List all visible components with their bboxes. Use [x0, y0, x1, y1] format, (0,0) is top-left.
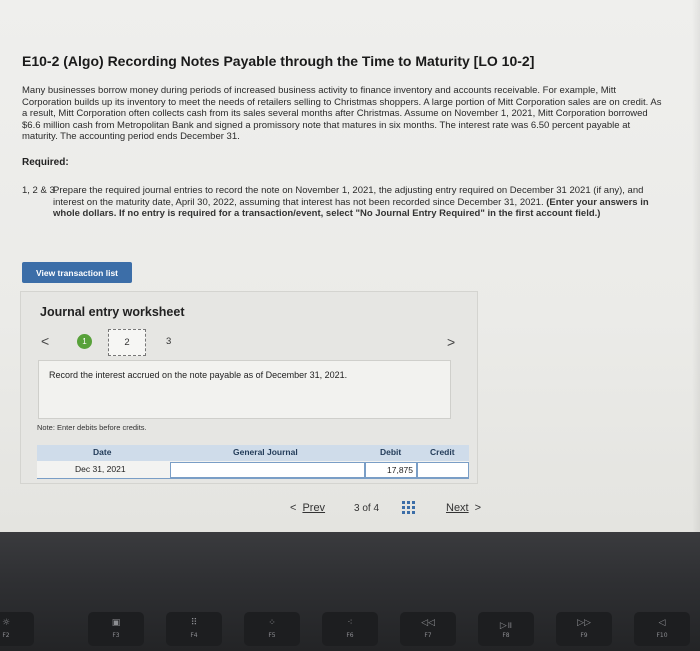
- journal-table-header: Date General Journal Debit Credit: [37, 445, 469, 461]
- column-date: Date: [93, 447, 112, 457]
- account-input[interactable]: [170, 462, 365, 478]
- column-debit: Debit: [380, 447, 402, 457]
- journal-table: Date General Journal Debit Credit Dec 31…: [37, 445, 469, 481]
- problem-paragraph: Many businesses borrow money during peri…: [22, 85, 662, 142]
- chevron-right-icon: >: [474, 502, 482, 514]
- key-label: F3: [112, 632, 120, 639]
- rewind-icon: ◁◁: [421, 618, 435, 628]
- key-label: F4: [190, 632, 198, 639]
- key-f4[interactable]: ⠿ F4: [166, 612, 222, 646]
- next-label: Next: [446, 502, 469, 514]
- chevron-right-icon[interactable]: >: [447, 334, 455, 350]
- problem-title: E10-2 (Algo) Recording Notes Payable thr…: [22, 53, 535, 69]
- instruction-number: 1, 2 & 3.: [22, 185, 58, 196]
- column-general-journal: General Journal: [233, 447, 298, 457]
- key-f10[interactable]: ◁ F10: [634, 612, 690, 646]
- launchpad-icon: ⠿: [190, 618, 198, 628]
- fast-forward-icon: ▷▷: [577, 618, 591, 628]
- key-f8[interactable]: ▷॥ F8: [478, 612, 534, 646]
- entry-description-box: [38, 360, 451, 419]
- debits-note: Note: Enter debits before credits.: [37, 423, 147, 432]
- page-indicator: 3 of 4: [354, 503, 379, 514]
- key-label: F8: [502, 632, 510, 639]
- chevron-left-icon: <: [290, 502, 297, 514]
- brightness-icon: ☼: [1, 618, 11, 628]
- key-f7[interactable]: ◁◁ F7: [400, 612, 456, 646]
- screen-edge: [692, 0, 700, 532]
- key-label: F7: [424, 632, 432, 639]
- keyboard-backlight-up-icon: ⁖: [347, 618, 353, 628]
- key-f2[interactable]: ☼ F2: [0, 612, 34, 646]
- step-1-badge[interactable]: 1: [77, 334, 92, 349]
- key-f9[interactable]: ▷▷ F9: [556, 612, 612, 646]
- mute-icon: ◁: [658, 618, 666, 628]
- column-credit: Credit: [430, 447, 455, 457]
- page-of: of: [362, 503, 371, 514]
- required-label: Required:: [22, 157, 69, 168]
- keyboard-backlight-icon: ⁘: [268, 618, 276, 628]
- row-date: Dec 31, 2021: [75, 464, 126, 474]
- key-f6[interactable]: ⁖ F6: [322, 612, 378, 646]
- view-transaction-list-button[interactable]: View transaction list: [22, 262, 132, 283]
- instruction-block: 1, 2 & 3. Prepare the required journal e…: [22, 185, 662, 220]
- page-current: 3: [354, 503, 360, 514]
- key-label: F2: [2, 632, 10, 639]
- table-row: Dec 31, 2021 17,875: [37, 461, 469, 479]
- next-button[interactable]: Next >: [446, 502, 481, 514]
- prev-button[interactable]: < Prev: [290, 502, 325, 514]
- key-label: F5: [268, 632, 276, 639]
- credit-input[interactable]: [417, 462, 469, 478]
- step-2-tab[interactable]: 2: [108, 329, 146, 356]
- page-total: 4: [373, 503, 380, 514]
- key-label: F9: [580, 632, 588, 639]
- key-label: F6: [346, 632, 354, 639]
- mission-control-icon: ▣: [111, 618, 121, 628]
- debit-value: 17,875: [387, 465, 413, 475]
- prev-label: Prev: [302, 502, 326, 514]
- chevron-left-icon[interactable]: <: [41, 333, 49, 349]
- entry-description: Record the interest accrued on the note …: [49, 370, 348, 380]
- key-f5[interactable]: ⁘ F5: [244, 612, 300, 646]
- grid-icon[interactable]: [402, 501, 415, 514]
- screen: E10-2 (Algo) Recording Notes Payable thr…: [0, 0, 700, 532]
- play-pause-icon: ▷॥: [499, 621, 513, 631]
- key-label: F10: [656, 632, 668, 639]
- key-f3[interactable]: ▣ F3: [88, 612, 144, 646]
- debit-input[interactable]: 17,875: [365, 462, 417, 478]
- function-key-row: ☼ F2 ▣ F3 ⠿ F4 ⁘ F5 ⁖ F6 ◁◁ F7 ▷॥ F8 ▷▷ …: [0, 612, 700, 651]
- instruction-text: Prepare the required journal entries to …: [53, 185, 662, 220]
- worksheet-title: Journal entry worksheet: [40, 305, 185, 319]
- step-3-tab[interactable]: 3: [166, 336, 171, 347]
